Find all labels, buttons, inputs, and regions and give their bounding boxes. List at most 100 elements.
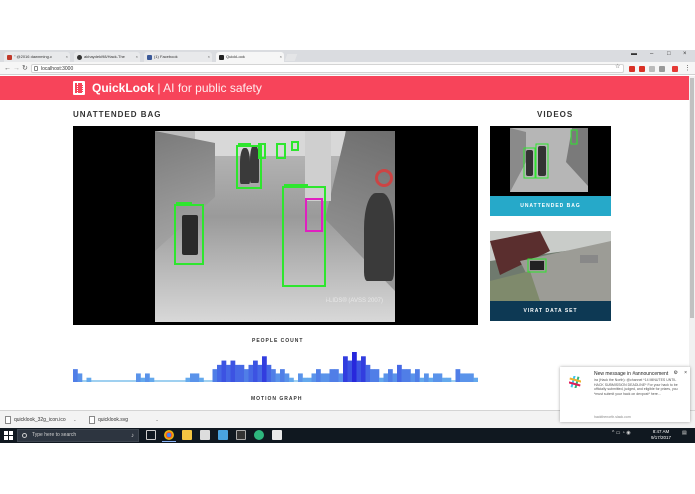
profile-icon[interactable]: ▬ xyxy=(631,51,637,57)
download-filename: quicklook_32g_icon.ico xyxy=(14,417,66,423)
close-tab-icon[interactable]: × xyxy=(280,52,282,62)
app-icon[interactable] xyxy=(272,430,282,440)
chart-bar xyxy=(455,369,461,382)
video-frame: i-LIDS® (AVSS 2007) xyxy=(155,131,395,322)
download-item[interactable]: quicklook.svg ⌄ xyxy=(88,414,159,426)
people-count-label: PEOPLE COUNT xyxy=(252,338,304,344)
chart-bar xyxy=(352,352,357,382)
chart-bar xyxy=(316,369,321,382)
tab-1[interactable]: " @2016 dawnming.c × xyxy=(4,52,70,62)
chrome-icon[interactable] xyxy=(162,430,176,442)
chart-bar xyxy=(226,364,231,382)
maximize-icon[interactable]: □ xyxy=(667,51,671,57)
chart-bar xyxy=(374,369,380,382)
back-icon[interactable]: ← xyxy=(4,64,11,73)
bag-detection-box xyxy=(174,202,204,265)
url-text: localhost:3000 xyxy=(41,66,74,72)
chart-bar xyxy=(437,373,443,382)
tab-label: akhaydeki98/Hack-The xyxy=(84,54,125,59)
gear-icon[interactable]: ⚙ xyxy=(674,370,678,376)
chart-bar xyxy=(190,373,195,382)
notifications-icon[interactable]: ▤ xyxy=(682,430,687,436)
underground-roundel-icon xyxy=(375,169,393,187)
tab-label: (1) Facebook xyxy=(154,54,178,59)
extension-icon[interactable] xyxy=(672,66,678,72)
detection-box xyxy=(291,141,299,151)
page-info-icon[interactable] xyxy=(34,66,38,71)
chart-bar xyxy=(145,373,150,382)
tab-4[interactable]: QuickLook × xyxy=(216,52,284,62)
notification-source: hackthenorth.slack.com xyxy=(594,415,631,419)
taskbar-search-input[interactable]: Type here to search ♪ xyxy=(17,429,139,442)
close-tab-icon[interactable]: × xyxy=(66,52,68,62)
mail-icon[interactable] xyxy=(200,430,210,440)
extension-icon[interactable] xyxy=(639,66,645,72)
tab-strip: " @2016 dawnming.c × akhaydeki98/Hack-Th… xyxy=(0,50,695,62)
chart-bar xyxy=(424,373,429,382)
app-icon[interactable] xyxy=(254,430,264,440)
close-tab-icon[interactable]: × xyxy=(136,52,138,62)
video-caption: UNATTENDED BAG xyxy=(490,196,611,216)
close-tab-icon[interactable]: × xyxy=(208,52,210,62)
screen: " @2016 dawnming.c × akhaydeki98/Hack-Th… xyxy=(0,0,695,494)
chevron-down-icon[interactable]: ⌄ xyxy=(155,417,158,422)
brand[interactable]: QuickLook | AI for public safety xyxy=(92,81,262,95)
slack-notification[interactable]: New message in #announcement ira (Hack t… xyxy=(560,367,690,422)
chart-bar xyxy=(235,364,240,382)
video-player[interactable]: i-LIDS® (AVSS 2007) xyxy=(73,126,478,325)
calculator-icon[interactable] xyxy=(236,430,246,440)
chart-bar xyxy=(262,356,267,382)
chart-bar xyxy=(136,373,141,382)
people-count-chart xyxy=(73,352,478,382)
close-window-icon[interactable]: × xyxy=(683,51,687,57)
download-item[interactable]: quicklook_32g_icon.ico ⌄ xyxy=(4,414,76,426)
chart-bar xyxy=(338,373,344,382)
chart-bar xyxy=(379,377,384,382)
chart-bar xyxy=(289,377,294,382)
chart-bar xyxy=(392,373,398,382)
video-card-virat[interactable]: VIRAT DATA SET xyxy=(490,231,611,321)
tab-2[interactable]: akhaydeki98/Hack-The × xyxy=(74,52,140,62)
close-icon[interactable]: × xyxy=(684,370,687,376)
detection-box xyxy=(276,143,286,159)
store-icon[interactable] xyxy=(218,430,228,440)
github-icon xyxy=(77,55,82,60)
chart-bar xyxy=(320,373,326,382)
motion-graph-label: MOTION GRAPH xyxy=(251,396,303,402)
bottom-margin xyxy=(0,443,695,494)
file-icon xyxy=(5,416,11,424)
chart-bar xyxy=(419,377,425,382)
minimize-icon[interactable]: – xyxy=(650,51,653,57)
taskbar-clock[interactable]: 8:47 AM 9/17/2017 xyxy=(646,429,676,441)
new-tab-button[interactable] xyxy=(284,54,298,61)
forward-icon[interactable]: → xyxy=(13,64,20,73)
chart-bar xyxy=(415,369,420,382)
microphone-icon[interactable]: ♪ xyxy=(131,431,134,442)
video-card-unattended-bag[interactable]: UNATTENDED BAG xyxy=(490,126,611,216)
file-explorer-icon[interactable] xyxy=(182,430,192,440)
chart-bar xyxy=(239,364,245,382)
url-input[interactable]: localhost:3000 xyxy=(31,64,624,73)
chart-bar xyxy=(253,360,258,382)
scrollbar-thumb[interactable] xyxy=(690,78,694,318)
menu-icon[interactable]: ⋮ xyxy=(684,64,691,73)
reload-icon[interactable]: ↻ xyxy=(22,64,28,73)
file-icon xyxy=(89,416,95,424)
task-view-icon[interactable] xyxy=(146,430,156,440)
page-scrollbar[interactable] xyxy=(689,76,695,410)
extension-icon[interactable] xyxy=(659,66,665,72)
extension-icon[interactable] xyxy=(629,66,635,72)
bookmark-star-icon[interactable]: ☆ xyxy=(615,63,620,72)
chart-bar xyxy=(311,373,317,382)
windows-start-icon[interactable] xyxy=(4,431,13,440)
chevron-down-icon[interactable]: ⌄ xyxy=(73,417,76,422)
search-icon xyxy=(22,433,27,438)
person xyxy=(364,193,394,281)
clock-date: 9/17/2017 xyxy=(650,435,672,440)
chart-bar xyxy=(77,373,83,382)
extension-icon[interactable] xyxy=(649,66,655,72)
system-tray-icons[interactable]: ^ ▭ ◔ ◉ xyxy=(612,430,631,436)
chart-bar xyxy=(442,377,447,382)
chart-bar xyxy=(271,369,276,382)
tab-3[interactable]: (1) Facebook × xyxy=(144,52,212,62)
